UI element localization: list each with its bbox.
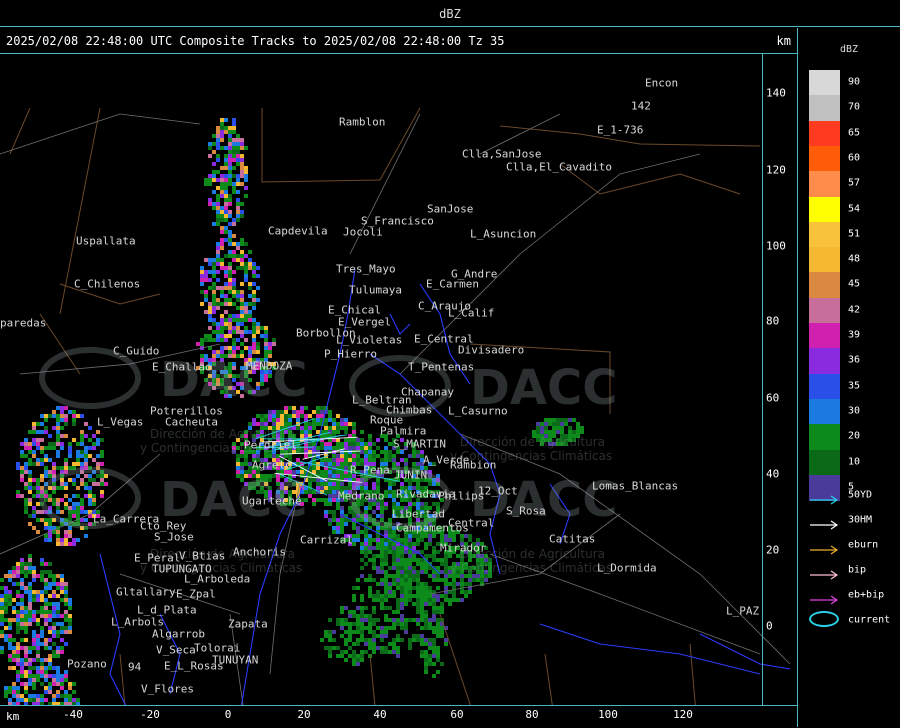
legend-level-label: 51 [848,228,860,239]
track-legend-label: current [848,615,890,626]
legend-level-label: 36 [848,355,860,366]
legend-level-label: 35 [848,380,860,391]
legend-swatch [809,272,840,298]
legend-level-label: 48 [848,254,860,265]
legend-level-label: 90 [848,77,860,88]
legend-swatch [809,95,840,121]
track-legend-label: eburn [848,540,878,551]
dbz-legend: dBZ 90706560575451484542393635302010550Y… [799,30,900,727]
x-tick-label: 120 [673,708,693,721]
legend-swatch [809,424,840,450]
field-name: dBZ [439,7,461,21]
y-tick-label: 40 [766,468,779,481]
y-tick-label: 80 [766,315,779,328]
legend-swatch [809,399,840,425]
x-tick-label: 60 [450,708,463,721]
y-tick-label: 120 [766,164,786,177]
legend-level-label: 54 [848,203,860,214]
legend-swatch [809,146,840,172]
x-tick-label: -20 [140,708,160,721]
x-tick-label: 100 [598,708,618,721]
legend-level-label: 65 [848,127,860,138]
x-axis: km -40 -20 0 20 40 60 80 100 120 [0,705,797,728]
track-arrow-icon [809,565,839,575]
x-tick-label: 0 [225,708,232,721]
legend-swatch [809,171,840,197]
track-arrow-icon [809,590,839,600]
legend-level-label: 70 [848,102,860,113]
legend-swatch [809,121,840,147]
track-legend-label: 50YD [848,490,872,501]
x-tick-label: 80 [525,708,538,721]
window-title: dBZ [0,0,900,27]
legend-swatch [809,247,840,273]
legend-swatch [809,348,840,374]
legend-level-label: 39 [848,330,860,341]
track-legend-label: eb+bip [848,590,884,601]
legend-level-label: 30 [848,405,860,416]
track-arrow-icon [809,540,839,550]
legend-swatch [809,222,840,248]
y-tick-label: 60 [766,392,779,405]
map-title: 2025/02/08 22:48:00 UTC Composite Tracks… [6,28,505,54]
legend-swatch [809,374,840,400]
legend-swatch [809,298,840,324]
x-tick-label: 20 [297,708,310,721]
current-cell-icon [809,611,839,627]
legend-swatch [809,450,840,476]
y-tick-label: 100 [766,240,786,253]
y-tick-label: 20 [766,544,779,557]
track-legend-label: 30HM [848,515,872,526]
x-tick-label: -40 [63,708,83,721]
y-tick-label: 0 [766,620,773,633]
legend-swatch [809,323,840,349]
track-arrow-icon [809,515,839,525]
legend-level-label: 60 [848,152,860,163]
legend-level-label: 20 [848,431,860,442]
legend-level-label: 10 [848,456,860,467]
legend-level-label: 57 [848,178,860,189]
x-axis-label: km [6,710,19,723]
y-axis-unit: km [777,28,791,54]
legend-swatch [809,70,840,96]
track-legend-label: bip [848,565,866,576]
map-frame [0,54,763,705]
legend-level-label: 45 [848,279,860,290]
x-tick-label: 40 [373,708,386,721]
legend-swatch [809,197,840,223]
y-tick-label: 140 [766,87,786,100]
map-header: 2025/02/08 22:48:00 UTC Composite Tracks… [0,28,797,54]
panel-divider [797,28,798,727]
track-arrow-icon [809,490,839,500]
legend-unit: dBZ [799,44,899,55]
legend-level-label: 42 [848,304,860,315]
